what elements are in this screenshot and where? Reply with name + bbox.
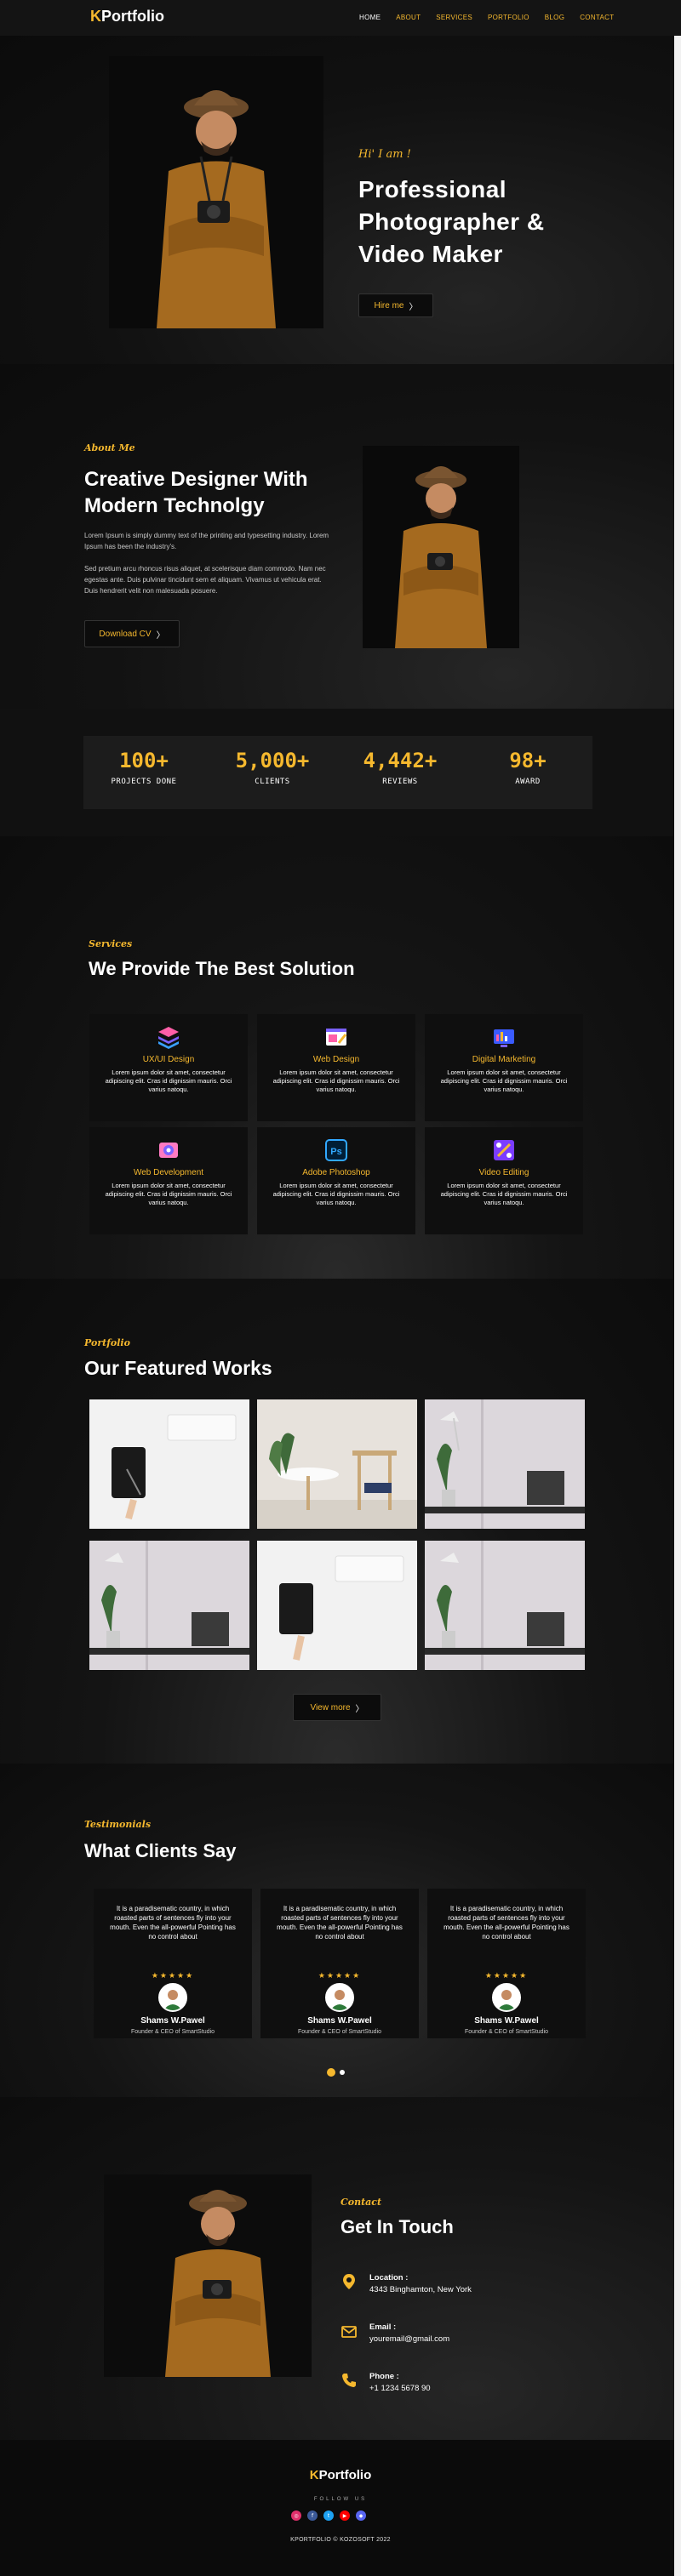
work-desk-lamp-3[interactable] xyxy=(425,1541,585,1670)
youtube-icon[interactable]: ▶ xyxy=(340,2510,350,2521)
web-design-icon xyxy=(326,1029,347,1046)
main-menu: HOME ABOUT SERVICES PORTFOLIO BLOG CONTA… xyxy=(359,14,629,21)
top-navbar: KPortfolio HOME ABOUT SERVICES PORTFOLIO… xyxy=(0,0,681,36)
service-card-video-editing[interactable]: Video Editing Lorem ipsum dolor sit amet… xyxy=(425,1127,583,1234)
discord-icon[interactable]: ◆ xyxy=(356,2510,366,2521)
page-scrollbar[interactable] xyxy=(674,36,681,2576)
nav-blog-link[interactable]: BLOG xyxy=(545,14,564,21)
work-table-chair[interactable] xyxy=(257,1399,417,1529)
nav-contact-link[interactable]: CONTACT xyxy=(580,14,614,21)
footer-logo[interactable]: KPortfolio xyxy=(0,2468,681,2482)
service-card-web-development[interactable]: Web Development Lorem ipsum dolor sit am… xyxy=(89,1127,248,1234)
location-pin-icon xyxy=(343,2274,355,2289)
carousel-dot[interactable] xyxy=(340,2070,345,2075)
instagram-icon[interactable]: ◎ xyxy=(291,2510,301,2521)
chevron-right-icon: 〉 xyxy=(409,302,418,312)
layers-icon xyxy=(158,1027,179,1049)
counter-award: 98+ AWARD xyxy=(509,749,547,786)
about-paragraph-1: Lorem Ipsum is simply dummy text of the … xyxy=(84,532,329,550)
contact-photo xyxy=(104,2174,312,2377)
counter-clients: 5,000+ CLIENTS xyxy=(235,749,310,786)
envelope-icon xyxy=(341,2326,357,2338)
service-card-ux-ui[interactable]: UX/UI Design Lorem ipsum dolor sit amet,… xyxy=(89,1014,248,1121)
work-desk-lamp[interactable] xyxy=(425,1399,585,1529)
footer xyxy=(0,2440,674,2576)
services-title: We Provide The Best Solution xyxy=(89,958,355,979)
hero-title: Professional Photographer & Video Maker xyxy=(358,176,545,267)
contact-section xyxy=(0,2097,674,2440)
rating-stars: ★★★★★ xyxy=(318,1972,362,1980)
portfolio-label: Portfolio xyxy=(84,1337,130,1348)
service-card-digital-marketing[interactable]: Digital Marketing Lorem ipsum dolor sit … xyxy=(425,1014,583,1121)
about-photo xyxy=(363,446,519,648)
about-paragraph-2: Sed pretium arcu rhoncus risus aliquet, … xyxy=(84,565,326,595)
avatar xyxy=(325,1983,354,2012)
avatar xyxy=(492,1983,521,2012)
counter-reviews: 4,442+ REVIEWS xyxy=(363,749,438,786)
testimonial-card: It is a paradisematic country, in which … xyxy=(427,1889,586,2038)
testimonials-label: Testimonials xyxy=(84,1819,152,1830)
download-cv-button[interactable]: Download CV 〉 xyxy=(84,620,180,647)
work-tablet-keyboard-2[interactable] xyxy=(257,1541,417,1670)
rating-stars: ★★★★★ xyxy=(484,1972,529,1980)
social-links: ◎ f t ▶ ◆ xyxy=(291,2510,366,2521)
copyright-text: KPORTFOLIO © KOZOSOFT 2022 xyxy=(290,2537,391,2543)
services-label: Services xyxy=(89,938,133,949)
view-more-button[interactable]: View more 〉 xyxy=(293,1694,381,1721)
photographer-illustration xyxy=(395,466,487,648)
carousel-dot-active[interactable] xyxy=(327,2068,335,2077)
photographer-illustration xyxy=(165,2190,271,2377)
portfolio-title: Our Featured Works xyxy=(84,1357,272,1379)
follow-us-label: FOLLOW US xyxy=(313,2497,368,2502)
avatar xyxy=(158,1983,187,2012)
testimonials-title: What Clients Say xyxy=(84,1840,237,1861)
phone-icon xyxy=(342,2374,356,2387)
about-label: About Me xyxy=(84,442,135,453)
hero-greeting: Hi' I am ! xyxy=(358,148,411,161)
video-editing-icon xyxy=(494,1140,514,1160)
chevron-right-icon: 〉 xyxy=(156,630,165,641)
marketing-icon xyxy=(494,1029,514,1047)
counter-projects: 100+ PROJECTS DONE xyxy=(111,749,177,786)
photoshop-icon: Ps xyxy=(325,1139,347,1161)
nav-home-link[interactable]: HOME xyxy=(359,14,381,21)
photographer-illustration xyxy=(157,90,276,328)
rating-stars: ★★★★★ xyxy=(151,1972,195,1980)
portfolio-page: KPortfolio HOME ABOUT SERVICES PORTFOLIO… xyxy=(0,0,681,2576)
nav-services-link[interactable]: SERVICES xyxy=(436,14,472,21)
contact-title: Get In Touch xyxy=(340,2216,454,2237)
chevron-right-icon: 〉 xyxy=(355,1704,364,1714)
about-title: Creative Designer With Modern Technolgy xyxy=(84,468,308,517)
contact-label: Contact xyxy=(340,2197,382,2208)
work-tablet-keyboard[interactable] xyxy=(89,1399,249,1529)
nav-portfolio-link[interactable]: PORTFOLIO xyxy=(488,14,529,21)
hero-photo xyxy=(109,56,323,328)
web-development-icon xyxy=(159,1143,178,1158)
testimonial-card: It is a paradisematic country, in which … xyxy=(260,1889,419,2038)
work-desk-lamp-2[interactable] xyxy=(89,1541,249,1670)
service-card-web-design[interactable]: Web Design Lorem ipsum dolor sit amet, c… xyxy=(257,1014,415,1121)
service-card-photoshop[interactable]: Ps Adobe Photoshop Lorem ipsum dolor sit… xyxy=(257,1127,415,1234)
hire-me-button[interactable]: Hire me 〉 xyxy=(358,294,433,317)
svg-text:Ps: Ps xyxy=(330,1147,341,1157)
facebook-icon[interactable]: f xyxy=(307,2510,318,2521)
twitter-icon[interactable]: t xyxy=(323,2510,334,2521)
site-logo[interactable]: KPortfolio xyxy=(90,8,164,26)
testimonial-card: It is a paradisematic country, in which … xyxy=(94,1889,252,2038)
nav-about-link[interactable]: ABOUT xyxy=(396,14,421,21)
